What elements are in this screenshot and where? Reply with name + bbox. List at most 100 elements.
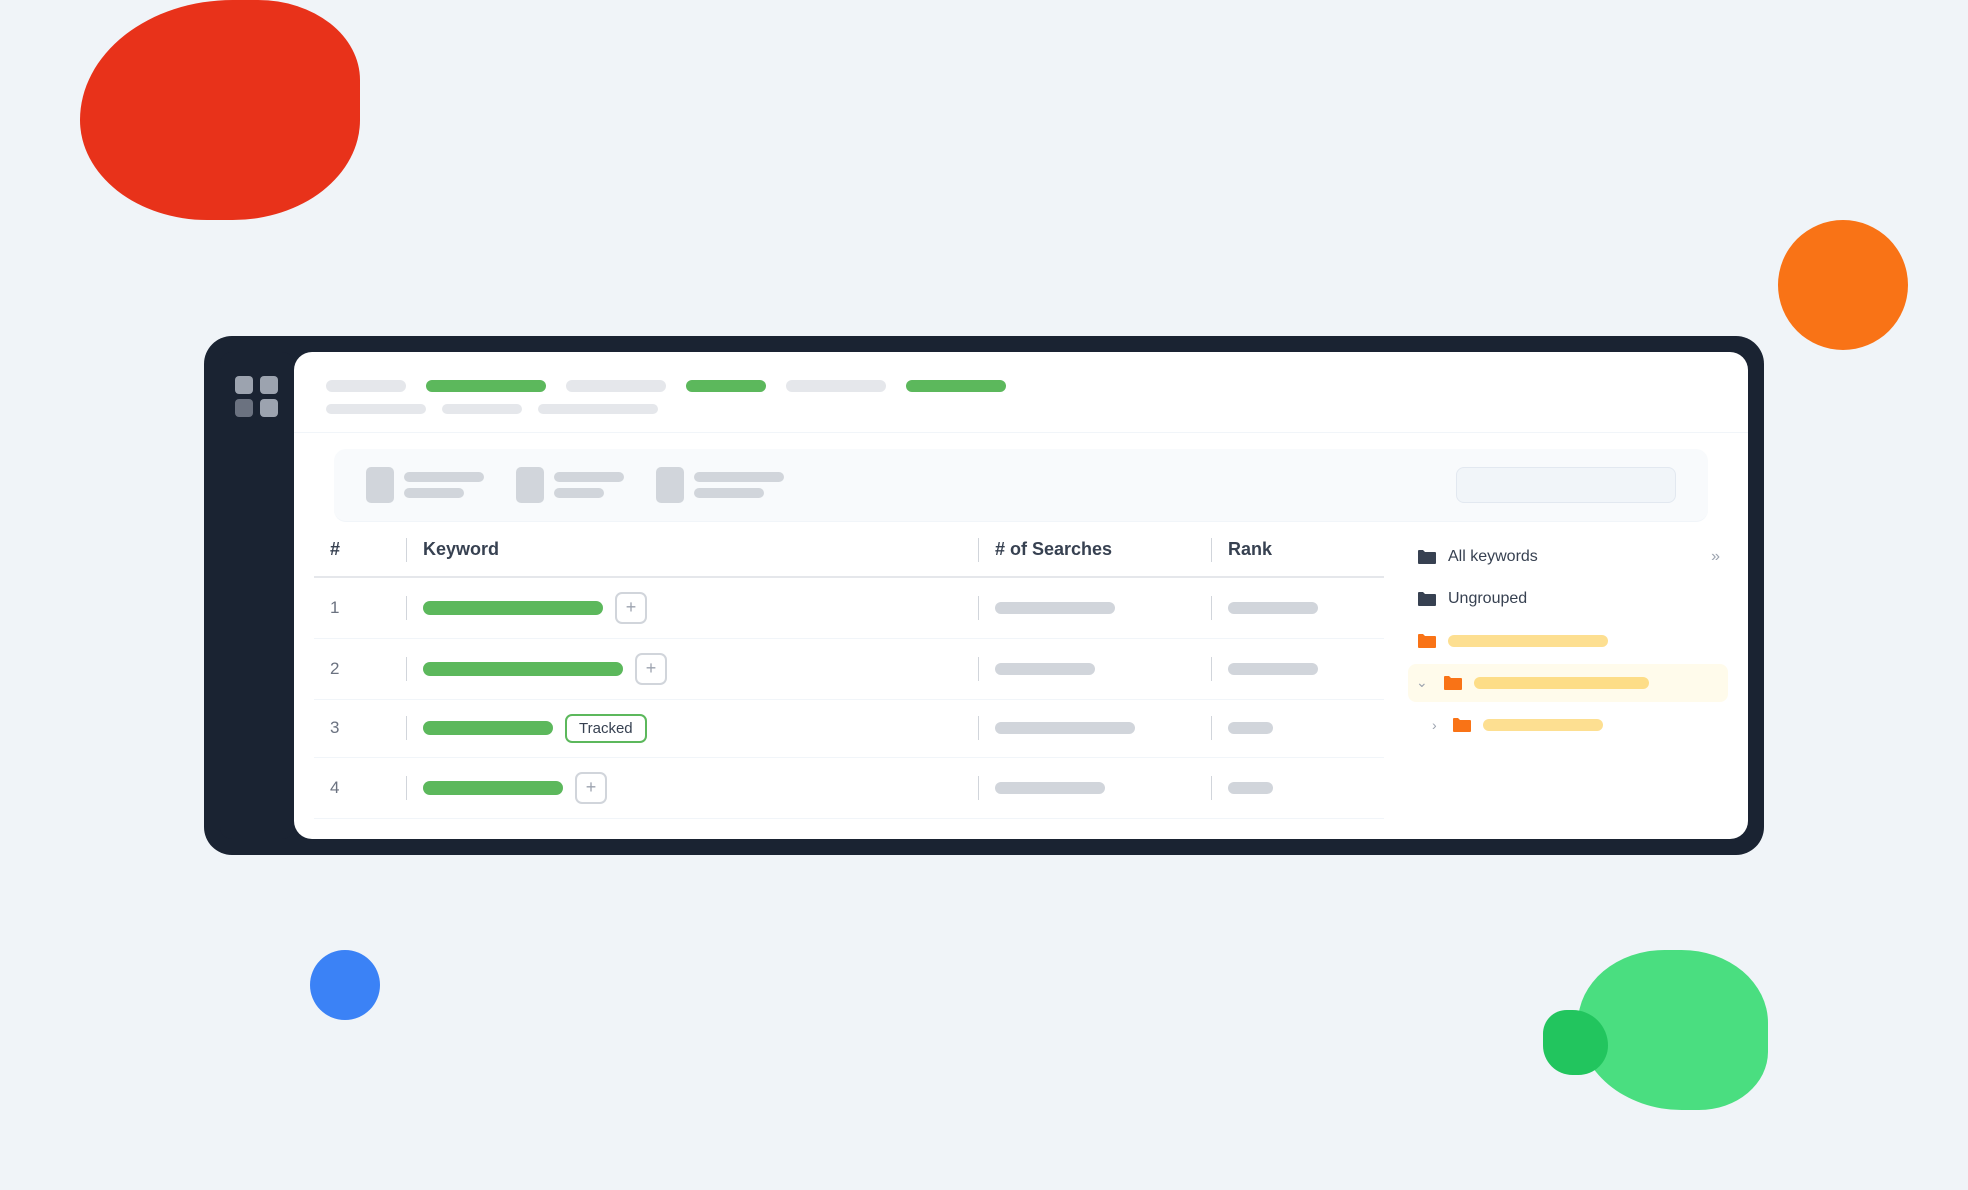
row-divider-12 <box>1211 776 1212 800</box>
table-row: 2 + <box>314 639 1384 700</box>
row-num-1: 1 <box>330 598 390 618</box>
row-searches-cell-4 <box>995 782 1195 794</box>
nav-tab-2[interactable] <box>426 380 546 392</box>
logo-square-4 <box>260 399 278 417</box>
toolbar-text-line-1 <box>404 472 484 482</box>
panel-item-group-3[interactable]: › <box>1408 706 1728 744</box>
row-divider-2 <box>978 596 979 620</box>
toolbar-icon-1 <box>366 467 394 503</box>
nav-subtitle-row <box>326 404 1716 414</box>
rank-bar-2 <box>1228 663 1318 675</box>
keyword-sidebar-panel: All keywords » Ungrouped <box>1408 538 1728 819</box>
collapse-chevron-icon: › <box>1432 717 1437 733</box>
row-num-3: 3 <box>330 718 390 738</box>
row-divider-11 <box>978 776 979 800</box>
panel-item-group-2[interactable]: ⌄ <box>1408 664 1728 702</box>
col-header-rank: Rank <box>1228 539 1368 560</box>
row-keyword-cell-1: + <box>423 592 962 624</box>
row-searches-cell-1 <box>995 602 1195 614</box>
nav-sub-1 <box>326 404 426 414</box>
add-button-2[interactable]: + <box>635 653 667 685</box>
searches-bar-1 <box>995 602 1115 614</box>
col-divider-1 <box>406 538 407 562</box>
logo-square-2 <box>260 376 278 394</box>
toolbar-item-2 <box>516 467 624 503</box>
toolbar-text-line-2 <box>404 488 464 498</box>
row-divider-8 <box>978 716 979 740</box>
row-rank-cell-2 <box>1228 663 1368 675</box>
group-label-bar-2 <box>1474 677 1649 689</box>
toolbar-icon-2 <box>516 467 544 503</box>
toolbar-text-3 <box>694 472 784 498</box>
col-divider-3 <box>1211 538 1212 562</box>
folder-dark-icon-2 <box>1416 590 1438 608</box>
toolbar-search[interactable] <box>1456 467 1676 503</box>
table-row: 1 + <box>314 578 1384 639</box>
nav-tab-6[interactable] <box>906 380 1006 392</box>
table-container: # Keyword # of Searches Rank 1 + <box>294 538 1748 839</box>
all-keywords-label: All keywords <box>1448 548 1538 566</box>
decorative-blob-orange <box>1778 220 1908 350</box>
toolbar-text-line-6 <box>694 488 764 498</box>
row-rank-cell-4 <box>1228 782 1368 794</box>
ungrouped-label: Ungrouped <box>1448 590 1527 608</box>
rank-bar-4 <box>1228 782 1273 794</box>
keyword-bar-2 <box>423 662 623 676</box>
logo-square-3 <box>235 399 253 417</box>
toolbar-item-3 <box>656 467 784 503</box>
toolbar-icon-3 <box>656 467 684 503</box>
row-keyword-cell-2: + <box>423 653 962 685</box>
panel-item-ungrouped[interactable]: Ungrouped <box>1408 580 1728 618</box>
keyword-bar-1 <box>423 601 603 615</box>
toolbar-text-line-5 <box>694 472 784 482</box>
nav-sub-3 <box>538 404 658 414</box>
row-searches-cell-3 <box>995 722 1195 734</box>
rank-bar-1 <box>1228 602 1318 614</box>
row-rank-cell-3 <box>1228 722 1368 734</box>
app-sidebar <box>220 352 294 839</box>
nav-tabs-row <box>326 380 1716 392</box>
toolbar-item-1 <box>366 467 484 503</box>
decorative-blob-red <box>80 0 360 220</box>
nav-tab-4[interactable] <box>686 380 766 392</box>
rank-bar-3 <box>1228 722 1273 734</box>
row-divider-5 <box>978 657 979 681</box>
row-num-2: 2 <box>330 659 390 679</box>
row-keyword-cell-4: + <box>423 772 962 804</box>
row-divider-10 <box>406 776 407 800</box>
table-row: 4 + <box>314 758 1384 819</box>
main-content-area: # Keyword # of Searches Rank 1 + <box>294 352 1748 839</box>
row-divider-4 <box>406 657 407 681</box>
col-header-num: # <box>330 539 390 560</box>
col-header-keyword: Keyword <box>423 539 962 560</box>
top-navigation <box>294 352 1748 433</box>
nav-sub-2 <box>442 404 522 414</box>
keyword-table: # Keyword # of Searches Rank 1 + <box>314 538 1384 819</box>
col-divider-2 <box>978 538 979 562</box>
row-num-4: 4 <box>330 778 390 798</box>
group-label-bar-1 <box>1448 635 1608 647</box>
double-chevron-icon: » <box>1711 548 1720 566</box>
expand-chevron-icon: ⌄ <box>1416 674 1428 691</box>
main-card: # Keyword # of Searches Rank 1 + <box>204 336 1764 855</box>
searches-bar-2 <box>995 663 1095 675</box>
nav-tab-3[interactable] <box>566 380 666 392</box>
toolbar <box>334 449 1708 522</box>
folder-orange-icon-2 <box>1442 674 1464 692</box>
row-divider-9 <box>1211 716 1212 740</box>
keyword-bar-3 <box>423 721 553 735</box>
add-button-1[interactable]: + <box>615 592 647 624</box>
decorative-blob-green-large <box>1578 950 1768 1110</box>
add-button-4[interactable]: + <box>575 772 607 804</box>
panel-item-all-keywords[interactable]: All keywords » <box>1408 538 1728 576</box>
decorative-blob-blue <box>310 950 380 1020</box>
app-logo <box>235 376 279 417</box>
tracked-badge: Tracked <box>565 714 647 743</box>
table-row: 3 Tracked <box>314 700 1384 758</box>
nav-tab-1[interactable] <box>326 380 406 392</box>
folder-dark-icon <box>1416 548 1438 566</box>
nav-tab-5[interactable] <box>786 380 886 392</box>
toolbar-text-line-3 <box>554 472 624 482</box>
panel-item-group-1[interactable] <box>1408 622 1728 660</box>
folder-orange-icon-1 <box>1416 632 1438 650</box>
